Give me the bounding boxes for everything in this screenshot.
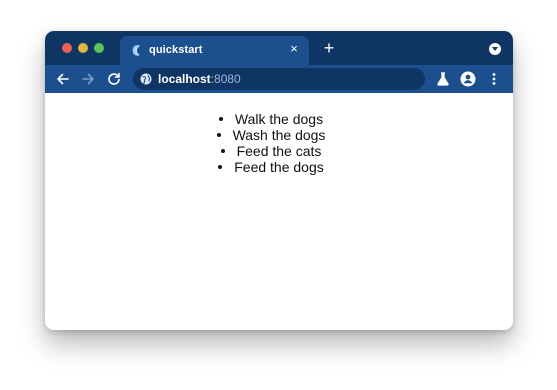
screenshot-stage: quickstart × + localhost:8080 Walk the d… <box>0 0 557 390</box>
bullet-icon <box>216 133 221 137</box>
labs-flask-icon[interactable] <box>435 71 451 87</box>
window-close-button[interactable] <box>62 43 72 53</box>
browser-window: quickstart × + localhost:8080 Walk the d… <box>45 31 513 330</box>
list-item-text-wrap: Walk the dogs <box>218 111 324 127</box>
list-item-text-wrap: Feed the cats <box>220 143 322 159</box>
page-content: Walk the dogs Wash the dogs Feed the cats F… <box>45 93 513 330</box>
reload-icon[interactable] <box>105 70 123 88</box>
tab-close-icon[interactable]: × <box>287 42 301 56</box>
list-item-text-wrap: Wash the dogs <box>216 127 326 143</box>
forward-arrow-icon[interactable] <box>79 70 97 88</box>
bullet-icon <box>218 165 223 169</box>
list-item: Wash the dogs <box>45 127 513 143</box>
bullet-icon <box>220 149 225 153</box>
quickstart-favicon-icon <box>132 44 141 56</box>
list-item-text-wrap: Feed the dogs <box>218 159 324 175</box>
tab-strip: quickstart × + <box>45 31 513 65</box>
list-item: Feed the cats <box>45 143 513 159</box>
list-item: Walk the dogs <box>45 111 513 127</box>
site-info-globe-icon[interactable] <box>140 73 152 85</box>
todo-list: Walk the dogs Wash the dogs Feed the cats F… <box>45 111 513 175</box>
browser-toolbar: localhost:8080 <box>45 65 513 93</box>
tab-quickstart[interactable]: quickstart × <box>120 36 309 65</box>
window-maximize-button[interactable] <box>94 43 104 53</box>
list-item-label: Walk the dogs <box>234 111 324 127</box>
window-minimize-button[interactable] <box>78 43 88 53</box>
url-port: :8080 <box>210 72 241 86</box>
profile-avatar-icon[interactable] <box>460 71 476 87</box>
list-item-label: Wash the dogs <box>232 127 326 143</box>
url-text: localhost:8080 <box>158 72 241 86</box>
list-item-label: Feed the cats <box>236 143 322 159</box>
back-arrow-icon[interactable] <box>54 70 72 88</box>
tab-search-icon[interactable] <box>489 43 501 55</box>
tab-title: quickstart <box>149 44 203 56</box>
new-tab-button[interactable]: + <box>321 39 337 57</box>
more-options-icon[interactable] <box>486 71 502 87</box>
list-item-label: Feed the dogs <box>234 159 324 175</box>
url-host: localhost <box>158 72 211 86</box>
address-bar[interactable]: localhost:8080 <box>133 68 425 90</box>
bullet-icon <box>218 117 223 121</box>
list-item: Feed the dogs <box>45 159 513 175</box>
